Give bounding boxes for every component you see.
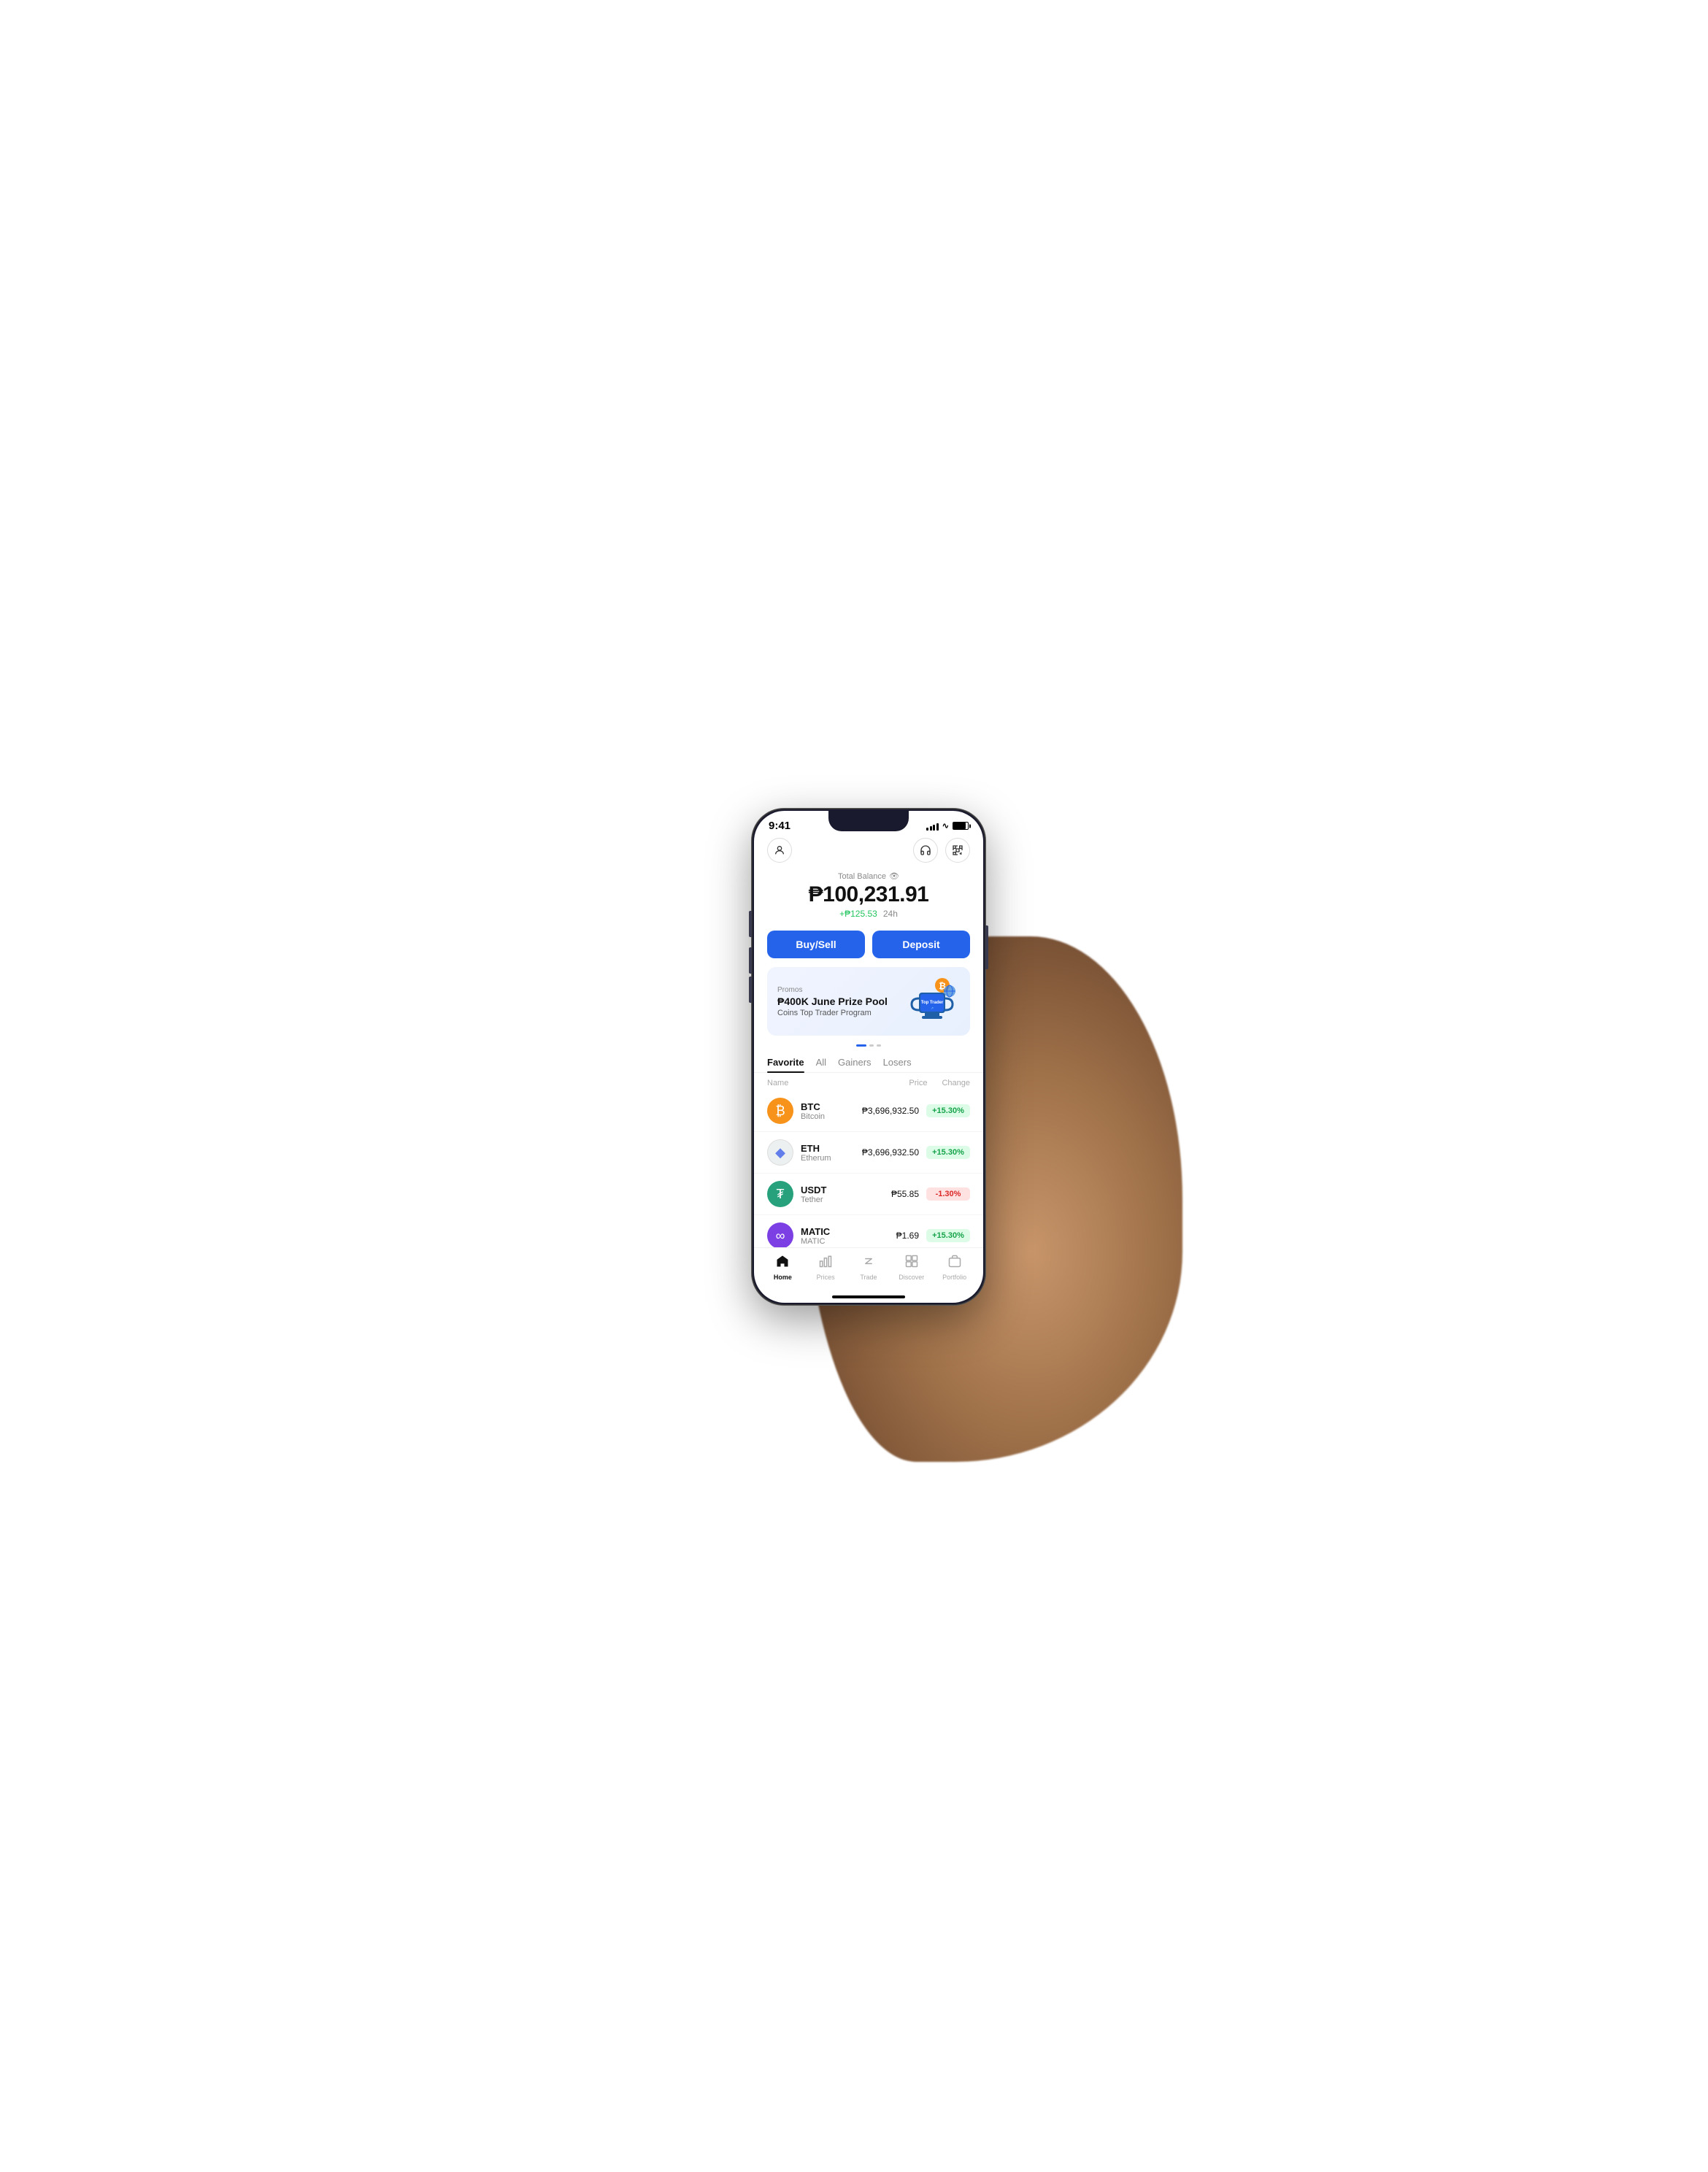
btc-name: Bitcoin <box>801 1112 862 1121</box>
btc-price: ₱3,696,932.50 <box>862 1106 919 1116</box>
balance-label: Total Balance 👁 <box>769 871 969 881</box>
market-tabs: Favorite All Gainers Losers <box>754 1052 983 1073</box>
btc-icon: ₿ <box>767 1098 793 1124</box>
status-time: 9:41 <box>769 820 790 832</box>
usdt-price: ₱55.85 <box>891 1189 919 1199</box>
usdt-change: -1.30% <box>926 1187 970 1201</box>
nav-portfolio[interactable]: Portfolio <box>937 1254 972 1281</box>
usdt-icon: ₮ <box>767 1181 793 1207</box>
eth-price: ₱3,696,932.50 <box>862 1147 919 1158</box>
coin-item-eth[interactable]: ◆ ETH Etherum ₱3,696,932.50 +15.30% <box>754 1132 983 1174</box>
tab-losers[interactable]: Losers <box>883 1052 912 1072</box>
discover-icon <box>904 1254 919 1272</box>
phone-screen: 9:41 ∿ <box>754 811 983 1303</box>
scene: 9:41 ∿ <box>569 725 1139 1447</box>
action-buttons: Buy/Sell Deposit <box>754 928 983 967</box>
portfolio-icon <box>947 1254 962 1272</box>
svg-text:Top Trader: Top Trader <box>921 1001 944 1005</box>
nav-trade[interactable]: Trade <box>851 1254 886 1281</box>
coin-item-usdt[interactable]: ₮ USDT Tether ₱55.85 -1.30% <box>754 1174 983 1215</box>
signal-icon <box>926 822 939 831</box>
coin-list: ₿ BTC Bitcoin ₱3,696,932.50 +15.30% ◆ ET… <box>754 1090 983 1247</box>
matic-info: MATIC MATIC <box>801 1226 896 1246</box>
col-price: Price <box>909 1079 927 1087</box>
dot-1 <box>856 1044 866 1047</box>
matic-price: ₱1.69 <box>896 1231 919 1241</box>
scan-button[interactable] <box>945 838 970 863</box>
dot-3 <box>877 1044 881 1047</box>
eth-info: ETH Etherum <box>801 1143 862 1163</box>
change-period: 24h <box>883 909 898 919</box>
trophy-image: ₿ <box>901 976 960 1027</box>
col-name: Name <box>767 1079 788 1087</box>
usdt-info: USDT Tether <box>801 1185 891 1204</box>
eth-name: Etherum <box>801 1154 862 1163</box>
table-header: Name Price Change <box>754 1073 983 1090</box>
balance-section: Total Balance 👁 ₱100,231.91 +₱125.53 24h <box>754 869 983 928</box>
dot-2 <box>869 1044 874 1047</box>
phone-frame: 9:41 ∿ <box>752 809 985 1305</box>
nav-right-icons <box>913 838 970 863</box>
eth-icon: ◆ <box>767 1139 793 1166</box>
nav-home-label: Home <box>774 1274 792 1281</box>
matic-symbol: MATIC <box>801 1226 896 1237</box>
eth-symbol: ETH <box>801 1143 862 1154</box>
battery-icon <box>953 822 969 830</box>
coin-item-matic[interactable]: ∞ MATIC MATIC ₱1.69 +15.30% <box>754 1215 983 1247</box>
tab-favorite[interactable]: Favorite <box>767 1052 804 1072</box>
nav-prices-label: Prices <box>817 1274 835 1281</box>
phone-notch <box>828 811 909 831</box>
table-header-right: Price Change <box>909 1079 970 1087</box>
change-value: +₱125.53 <box>839 909 877 919</box>
nav-portfolio-label: Portfolio <box>942 1274 966 1281</box>
matic-name: MATIC <box>801 1237 896 1246</box>
nav-prices[interactable]: Prices <box>808 1254 843 1281</box>
promo-text: Promos ₱400K June Prize Pool Coins Top T… <box>777 986 901 1017</box>
btc-symbol: BTC <box>801 1101 862 1112</box>
usdt-name: Tether <box>801 1195 891 1204</box>
nav-home[interactable]: Home <box>765 1254 800 1281</box>
nav-discover[interactable]: Discover <box>894 1254 929 1281</box>
buy-sell-button[interactable]: Buy/Sell <box>767 931 865 958</box>
status-icons: ∿ <box>926 821 969 831</box>
btc-info: BTC Bitcoin <box>801 1101 862 1121</box>
eye-icon[interactable]: 👁 <box>889 871 899 881</box>
headphone-button[interactable] <box>913 838 938 863</box>
phone-wrapper: 9:41 ∿ <box>752 809 985 1305</box>
top-nav <box>754 835 983 869</box>
svg-text:↗: ↗ <box>931 1006 934 1011</box>
promo-subtitle: Coins Top Trader Program <box>777 1009 901 1017</box>
home-indicator <box>832 1295 905 1298</box>
trade-icon <box>861 1254 876 1272</box>
prices-icon <box>818 1254 833 1272</box>
nav-discover-label: Discover <box>899 1274 924 1281</box>
matic-icon: ∞ <box>767 1222 793 1247</box>
eth-change: +15.30% <box>926 1146 970 1159</box>
profile-button[interactable] <box>767 838 792 863</box>
wifi-icon: ∿ <box>942 821 949 831</box>
promo-tag: Promos <box>777 986 901 994</box>
carousel-dots <box>754 1044 983 1047</box>
home-icon <box>775 1254 790 1272</box>
promo-banner[interactable]: Promos ₱400K June Prize Pool Coins Top T… <box>767 967 970 1036</box>
matic-change: +15.30% <box>926 1229 970 1242</box>
tab-gainers[interactable]: Gainers <box>838 1052 872 1072</box>
deposit-button[interactable]: Deposit <box>872 931 970 958</box>
btc-change: +15.30% <box>926 1104 970 1117</box>
promo-title: ₱400K June Prize Pool <box>777 996 901 1007</box>
col-change: Change <box>942 1079 970 1087</box>
balance-amount: ₱100,231.91 <box>769 882 969 907</box>
tab-all[interactable]: All <box>816 1052 826 1072</box>
nav-trade-label: Trade <box>860 1274 877 1281</box>
balance-change: +₱125.53 24h <box>769 909 969 919</box>
usdt-symbol: USDT <box>801 1185 891 1195</box>
coin-item-btc[interactable]: ₿ BTC Bitcoin ₱3,696,932.50 +15.30% <box>754 1090 983 1132</box>
bottom-nav: Home Prices <box>754 1247 983 1293</box>
